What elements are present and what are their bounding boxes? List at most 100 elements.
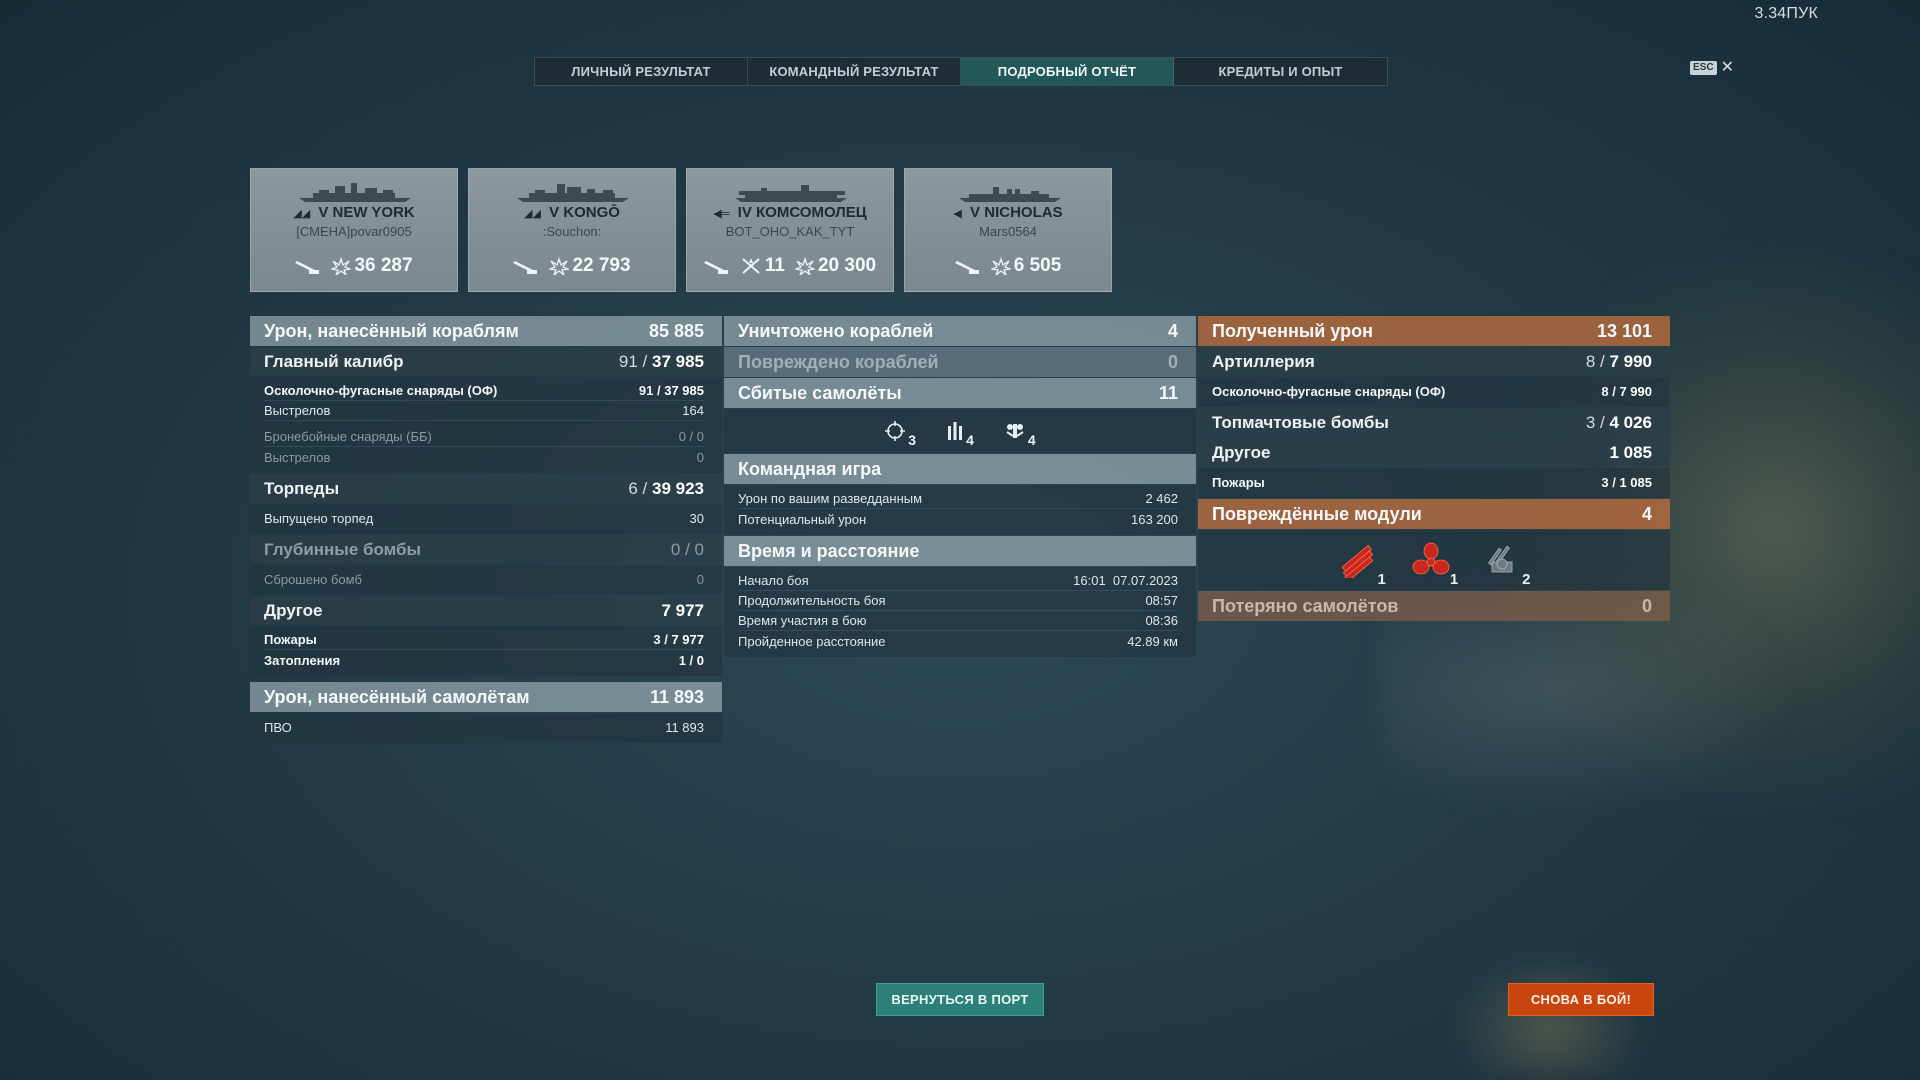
distance-row: Пройденное расстояние 42.89 км bbox=[738, 633, 1178, 649]
dive-bomber-icon bbox=[1006, 424, 1024, 438]
main-battery-icon bbox=[703, 257, 730, 275]
damage-stat: 22 793 bbox=[549, 255, 631, 277]
aa-row: ПВО 11 893 bbox=[264, 719, 704, 735]
ship-title: NICHOLAS bbox=[984, 204, 1063, 221]
damage-received-header: Полученный урон 13 101 bbox=[1198, 316, 1670, 346]
torpedo-details: Выпущено торпед 30 bbox=[250, 504, 722, 534]
torpedo-bomber-kills: 4 bbox=[946, 420, 974, 448]
carrier-class-icon: ◀═ bbox=[713, 208, 730, 220]
ship-damage-value: 20 300 bbox=[817, 255, 877, 276]
ship-card-stats: 22 793 bbox=[469, 255, 675, 277]
main-battery-icon bbox=[954, 257, 981, 275]
ship-card[interactable]: ◢◢ V KONGŌ :Souchon: 22 793 bbox=[468, 168, 676, 292]
propeller-icon bbox=[1412, 542, 1450, 575]
tab-team-result[interactable]: КОМАНДНЫЙ РЕЗУЛЬТАТ bbox=[748, 58, 961, 85]
ship-card-stats: 11 20 300 bbox=[687, 255, 893, 277]
damage-to-aircraft-header: Урон, нанесённый самолётам 11 893 bbox=[250, 682, 722, 712]
ship-title: KONGŌ bbox=[563, 204, 620, 221]
he-shots-row: Выстрелов 164 bbox=[264, 401, 704, 421]
torpedoes-launched-row: Выпущено торпед 30 bbox=[264, 510, 704, 526]
ap-shots-row: Выстрелов 0 bbox=[264, 449, 704, 465]
battle-start-row: Начало боя 16:01 07.07.2023 bbox=[738, 571, 1178, 591]
time-distance-header: Время и расстояние bbox=[724, 536, 1196, 566]
battleship-silhouette-icon bbox=[517, 184, 629, 202]
damage-to-ships-header: Урон, нанесённый кораблям 85 885 bbox=[250, 316, 722, 346]
battleship-class-icon: ◢◢ bbox=[293, 208, 311, 220]
player-name: :Souchon: bbox=[542, 224, 602, 239]
aa-details: ПВО 11 893 bbox=[250, 713, 722, 743]
dive-bomber-kills: 4 bbox=[1004, 420, 1036, 448]
tab-personal-result[interactable]: ЛИЧНЫЙ РЕЗУЛЬТАТ bbox=[535, 58, 748, 85]
destroyed-ships: ◢◢ V NEW YORK [СМЕНА]povar0905 36 287 ◢◢… bbox=[250, 168, 1112, 292]
time-alive-row: Время участия в бою 08:36 bbox=[738, 611, 1178, 631]
player-name: Mars0564 bbox=[979, 224, 1037, 239]
spotting-damage-row: Урон по вашим разведданным 2 462 bbox=[738, 489, 1178, 509]
ship-name: ◀ V NICHOLAS bbox=[905, 204, 1111, 221]
torpedo-bomber-icon bbox=[948, 422, 963, 440]
destroyer-class-icon: ◀ bbox=[953, 208, 962, 220]
damage-stat: 6 505 bbox=[990, 255, 1062, 277]
aa-gun-icon bbox=[1488, 545, 1513, 573]
depth-charge-details: Сброшено бомб 0 bbox=[250, 565, 722, 595]
ship-card-stats: 36 287 bbox=[251, 255, 457, 277]
kills-panel: Уничтожено кораблей 4 Повреждено корабле… bbox=[724, 316, 1196, 658]
fires-received-row: Пожары 3 / 1 085 bbox=[1212, 474, 1652, 490]
tab-credits-xp[interactable]: КРЕДИТЫ И ОПЫТ bbox=[1174, 58, 1387, 85]
he-shells-row: Осколочно-фугасные снаряды (ОФ) 91 / 37 … bbox=[264, 381, 704, 401]
ship-name: ◢◢ V NEW YORK bbox=[251, 204, 457, 221]
ship-name: ◢◢ V KONGŌ bbox=[469, 204, 675, 221]
damaged-modules-header: Повреждённые модули 4 bbox=[1198, 499, 1670, 529]
main-battery-icon bbox=[513, 257, 539, 275]
main-battery-icon bbox=[295, 257, 321, 275]
other-received-details: Пожары 3 / 1 085 bbox=[1198, 468, 1670, 498]
other-damage-row: Другое 7 977 bbox=[250, 596, 722, 625]
torpedo-tubes-module: 1 bbox=[1337, 542, 1386, 588]
aa-gun-module: 2 bbox=[1484, 542, 1531, 588]
client-version: 3.34ПУК bbox=[1754, 5, 1818, 22]
ship-card[interactable]: ◀ V NICHOLAS Mars0564 6 505 bbox=[904, 168, 1112, 292]
depth-charges-row: Глубинные бомбы 0 / 0 bbox=[250, 535, 722, 564]
planes-shot-down-header: Сбитые самолёты 11 bbox=[724, 378, 1196, 408]
planes-shot-stat: 11 bbox=[740, 255, 785, 277]
esc-key-icon: ESC bbox=[1690, 61, 1717, 75]
player-name: BOT_OHO_KAK_TYT bbox=[725, 224, 855, 239]
ship-tier: IV bbox=[737, 204, 752, 221]
damage-stat: 20 300 bbox=[794, 255, 877, 277]
ship-card[interactable]: ◢◢ V NEW YORK [СМЕНА]povar0905 36 287 bbox=[250, 168, 458, 292]
battleship-class-icon: ◢◢ bbox=[524, 208, 541, 220]
tab-detailed-report[interactable]: ПОДРОБНЫЙ ОТЧЁТ bbox=[961, 58, 1174, 85]
battleship-silhouette-icon bbox=[299, 183, 411, 202]
potential-damage-row: Потенциальный урон 163 200 bbox=[738, 511, 1178, 527]
ship-damage-value: 36 287 bbox=[354, 255, 413, 276]
ship-tier: V bbox=[318, 204, 329, 221]
ship-damage-value: 22 793 bbox=[572, 255, 631, 276]
damage-stat: 36 287 bbox=[331, 255, 413, 277]
bombs-dropped-row: Сброшено бомб 0 bbox=[264, 571, 704, 587]
ship-name: ◀═ IV КОМСОМОЛЕЦ bbox=[687, 204, 893, 221]
ship-card-stats: 6 505 bbox=[905, 255, 1111, 277]
plane-types-row: 3 4 4 bbox=[724, 409, 1196, 453]
damage-burst-icon bbox=[794, 257, 815, 275]
skip-bombs-row: Топмачтовые бомбы 3 / 4 026 bbox=[1198, 408, 1670, 437]
ship-tier: V bbox=[549, 204, 560, 221]
ship-damage-value: 6 505 bbox=[1013, 255, 1062, 276]
damage-burst-icon bbox=[331, 257, 352, 275]
damaged-modules-row: 1 1 2 bbox=[1198, 530, 1670, 590]
ship-card[interactable]: ◀═ IV КОМСОМОЛЕЦ BOT_OHO_KAK_TYT 11 20 3… bbox=[686, 168, 894, 292]
damage-dealt-panel: Урон, нанесённый кораблям 85 885 Главный… bbox=[250, 316, 722, 744]
battle-again-button[interactable]: СНОВА В БОЙ! bbox=[1508, 983, 1654, 1016]
team-play-details: Урон по вашим разведданным 2 462 Потенци… bbox=[724, 485, 1196, 535]
ship-title: NEW YORK bbox=[332, 204, 415, 221]
planes-lost-header: Потеряно самолётов 0 bbox=[1198, 591, 1670, 621]
return-to-port-button[interactable]: ВЕРНУТЬСЯ В ПОРТ bbox=[876, 983, 1044, 1016]
ships-damaged-header: Повреждено кораблей 0 bbox=[724, 347, 1196, 377]
close-button[interactable]: ESC ✕ bbox=[1690, 59, 1734, 76]
ship-title: КОМСОМОЛЕЦ bbox=[756, 204, 867, 221]
ships-destroyed-header: Уничтожено кораблей 4 bbox=[724, 316, 1196, 346]
fighter-crosshair-icon bbox=[885, 421, 906, 441]
propeller-module: 1 bbox=[1412, 542, 1458, 588]
team-play-header: Командная игра bbox=[724, 454, 1196, 484]
close-icon: ✕ bbox=[1720, 59, 1734, 76]
ship-planes-value: 11 bbox=[764, 255, 785, 276]
artillery-details: Осколочно-фугасные снаряды (ОФ) 8 / 7 99… bbox=[1198, 377, 1670, 407]
